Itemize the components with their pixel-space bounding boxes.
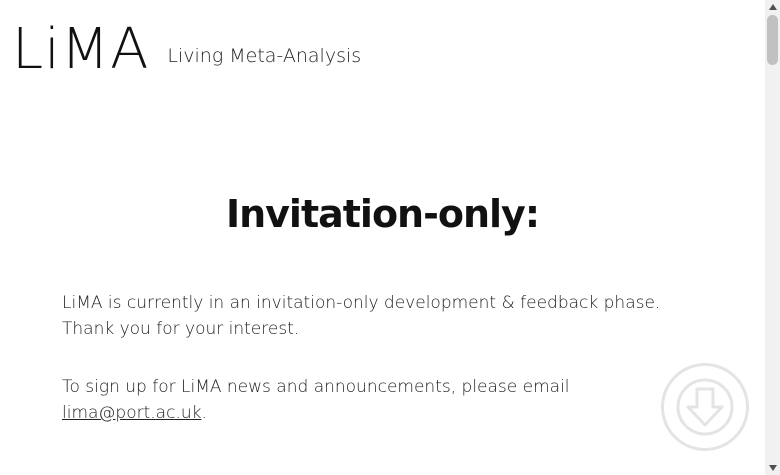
header: LiMA Living Meta-Analysis <box>12 14 361 86</box>
email-link[interactable]: lima@port.ac.uk <box>62 403 201 423</box>
scroll-up-arrow[interactable] <box>765 0 780 14</box>
scroll-down-button[interactable] <box>661 363 749 451</box>
main-content: LiMA is currently in an invitation-only … <box>62 290 702 458</box>
signup-period: . <box>201 403 207 423</box>
scroll-down-arrow[interactable] <box>765 461 780 475</box>
tagline: Living Meta-Analysis <box>167 45 362 67</box>
vertical-scrollbar[interactable] <box>765 0 780 475</box>
intro-line-1: LiMA is currently in an invitation-only … <box>62 293 661 313</box>
page-title: Invitation-only: <box>225 192 540 236</box>
intro-line-2: Thank you for your interest. <box>62 319 300 339</box>
signup-paragraph: To sign up for LiMA news and announcemen… <box>62 374 702 426</box>
intro-paragraph: LiMA is currently in an invitation-only … <box>62 290 702 342</box>
triangle-up-icon <box>768 4 777 10</box>
triangle-down-icon <box>768 465 777 471</box>
scrollbar-thumb[interactable] <box>767 15 778 65</box>
logo[interactable]: LiMA <box>12 14 149 86</box>
page: LiMA Living Meta-Analysis Invitation-onl… <box>0 0 765 475</box>
arrow-down-icon <box>676 378 734 436</box>
signup-text: To sign up for LiMA news and announcemen… <box>62 377 570 397</box>
